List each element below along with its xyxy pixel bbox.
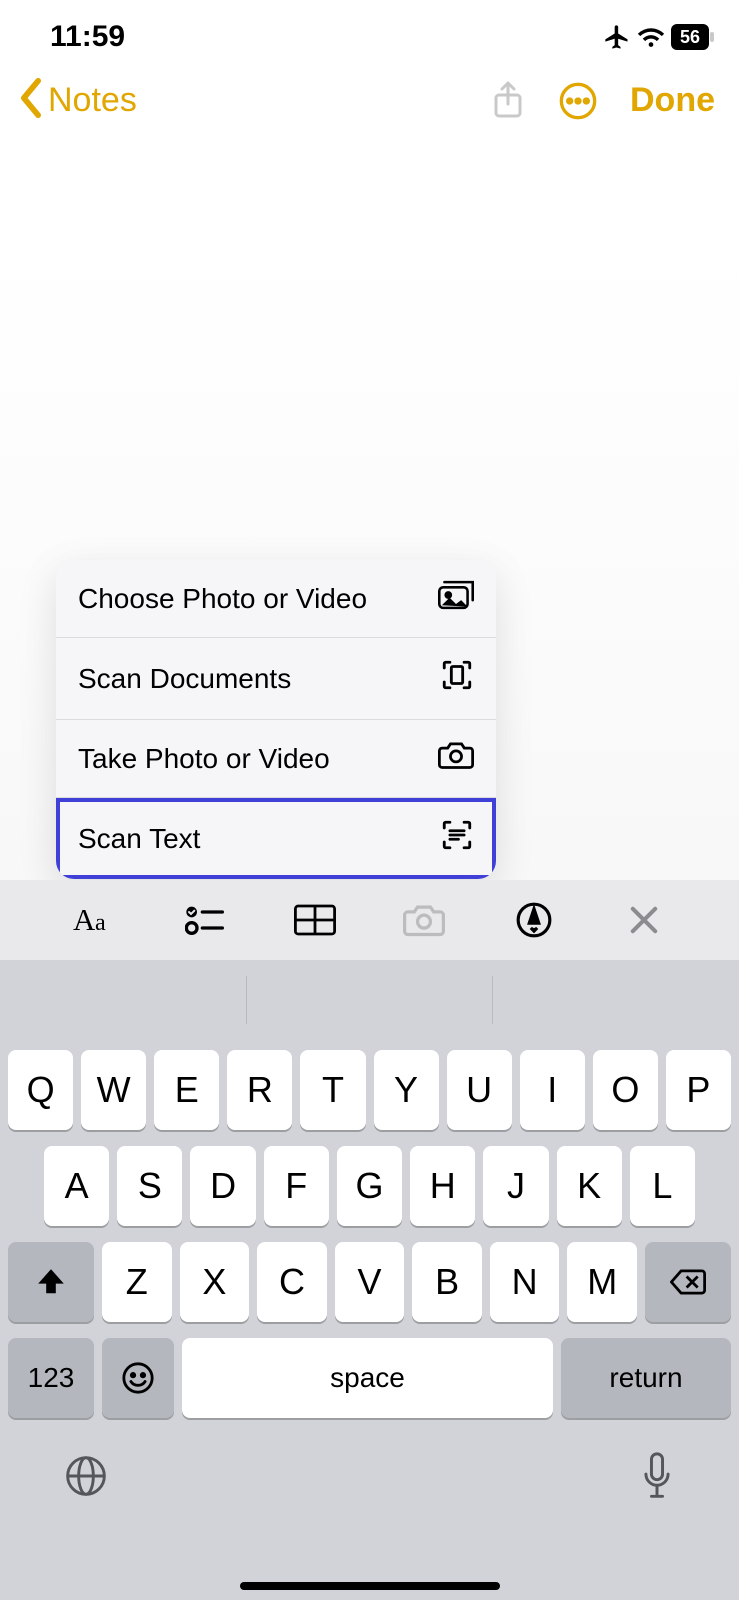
wifi-icon	[637, 25, 665, 49]
key-l[interactable]: L	[630, 1146, 695, 1226]
menu-item-label: Scan Text	[78, 823, 200, 855]
keyboard-row-1: Q W E R T Y U I O P	[8, 1050, 731, 1130]
globe-button[interactable]	[64, 1454, 108, 1503]
photo-library-icon	[438, 580, 474, 617]
key-y[interactable]: Y	[374, 1050, 439, 1130]
camera-icon	[438, 740, 474, 777]
key-f[interactable]: F	[264, 1146, 329, 1226]
dictation-button[interactable]	[639, 1452, 675, 1505]
key-numbers[interactable]: 123	[8, 1338, 94, 1418]
chevron-left-icon	[18, 78, 44, 123]
key-p[interactable]: P	[666, 1050, 731, 1130]
back-label: Notes	[48, 81, 137, 120]
menu-choose-photo-video[interactable]: Choose Photo or Video	[56, 560, 496, 638]
home-indicator[interactable]	[240, 1582, 500, 1590]
keyboard-row-2: A S D F G H J K L	[8, 1146, 731, 1226]
key-g[interactable]: G	[337, 1146, 402, 1226]
svg-text:A: A	[73, 903, 96, 937]
key-d[interactable]: D	[190, 1146, 255, 1226]
more-button[interactable]	[558, 81, 598, 121]
key-delete[interactable]	[645, 1242, 731, 1322]
predictive-slot-1[interactable]	[0, 960, 246, 1040]
formatting-toolbar: Aa	[0, 880, 739, 960]
key-c[interactable]: C	[257, 1242, 327, 1322]
menu-scan-text[interactable]: Scan Text	[56, 798, 496, 879]
menu-take-photo-video[interactable]: Take Photo or Video	[56, 720, 496, 798]
key-v[interactable]: V	[335, 1242, 405, 1322]
share-button[interactable]	[490, 80, 526, 122]
back-button[interactable]: Notes	[18, 78, 137, 123]
navigation-bar: Notes Done	[0, 60, 739, 123]
key-r[interactable]: R	[227, 1050, 292, 1130]
svg-text:a: a	[95, 909, 106, 936]
close-toolbar-button[interactable]	[620, 904, 668, 936]
key-m[interactable]: M	[567, 1242, 637, 1322]
key-shift[interactable]	[8, 1242, 94, 1322]
text-style-button[interactable]: Aa	[71, 902, 119, 938]
keyboard-row-3: Z X C V B N M	[8, 1242, 731, 1322]
key-space[interactable]: space	[182, 1338, 553, 1418]
status-time: 11:59	[50, 20, 125, 54]
key-z[interactable]: Z	[102, 1242, 172, 1322]
key-o[interactable]: O	[593, 1050, 658, 1130]
done-button[interactable]: Done	[630, 81, 715, 120]
key-a[interactable]: A	[44, 1146, 109, 1226]
menu-scan-documents[interactable]: Scan Documents	[56, 638, 496, 720]
key-n[interactable]: N	[490, 1242, 560, 1322]
key-k[interactable]: K	[557, 1146, 622, 1226]
key-b[interactable]: B	[412, 1242, 482, 1322]
key-x[interactable]: X	[180, 1242, 250, 1322]
scan-document-icon	[440, 658, 474, 699]
key-q[interactable]: Q	[8, 1050, 73, 1130]
keyboard: Q W E R T Y U I O P A S D F G H J K L Z …	[0, 1040, 739, 1600]
markup-button[interactable]	[510, 901, 558, 939]
key-s[interactable]: S	[117, 1146, 182, 1226]
attachment-menu: Choose Photo or Video Scan Documents Tak…	[56, 560, 496, 879]
table-button[interactable]	[291, 903, 339, 937]
scan-text-icon	[440, 818, 474, 859]
status-indicators: 56	[603, 23, 709, 51]
key-j[interactable]: J	[483, 1146, 548, 1226]
menu-item-label: Scan Documents	[78, 663, 291, 695]
keyboard-row-4: 123 space return	[8, 1338, 731, 1418]
menu-item-label: Take Photo or Video	[78, 743, 330, 775]
predictive-text-bar	[0, 960, 739, 1040]
key-w[interactable]: W	[81, 1050, 146, 1130]
key-u[interactable]: U	[447, 1050, 512, 1130]
battery-indicator: 56	[671, 24, 709, 50]
predictive-slot-3[interactable]	[493, 960, 739, 1040]
key-h[interactable]: H	[410, 1146, 475, 1226]
key-return[interactable]: return	[561, 1338, 731, 1418]
key-t[interactable]: T	[300, 1050, 365, 1130]
key-emoji[interactable]	[102, 1338, 174, 1418]
menu-item-label: Choose Photo or Video	[78, 583, 367, 615]
predictive-slot-2[interactable]	[247, 960, 493, 1040]
status-bar: 11:59 56	[0, 0, 739, 60]
camera-toolbar-button[interactable]	[400, 903, 448, 937]
checklist-button[interactable]	[181, 904, 229, 936]
key-i[interactable]: I	[520, 1050, 585, 1130]
airplane-mode-icon	[603, 23, 631, 51]
key-e[interactable]: E	[154, 1050, 219, 1130]
